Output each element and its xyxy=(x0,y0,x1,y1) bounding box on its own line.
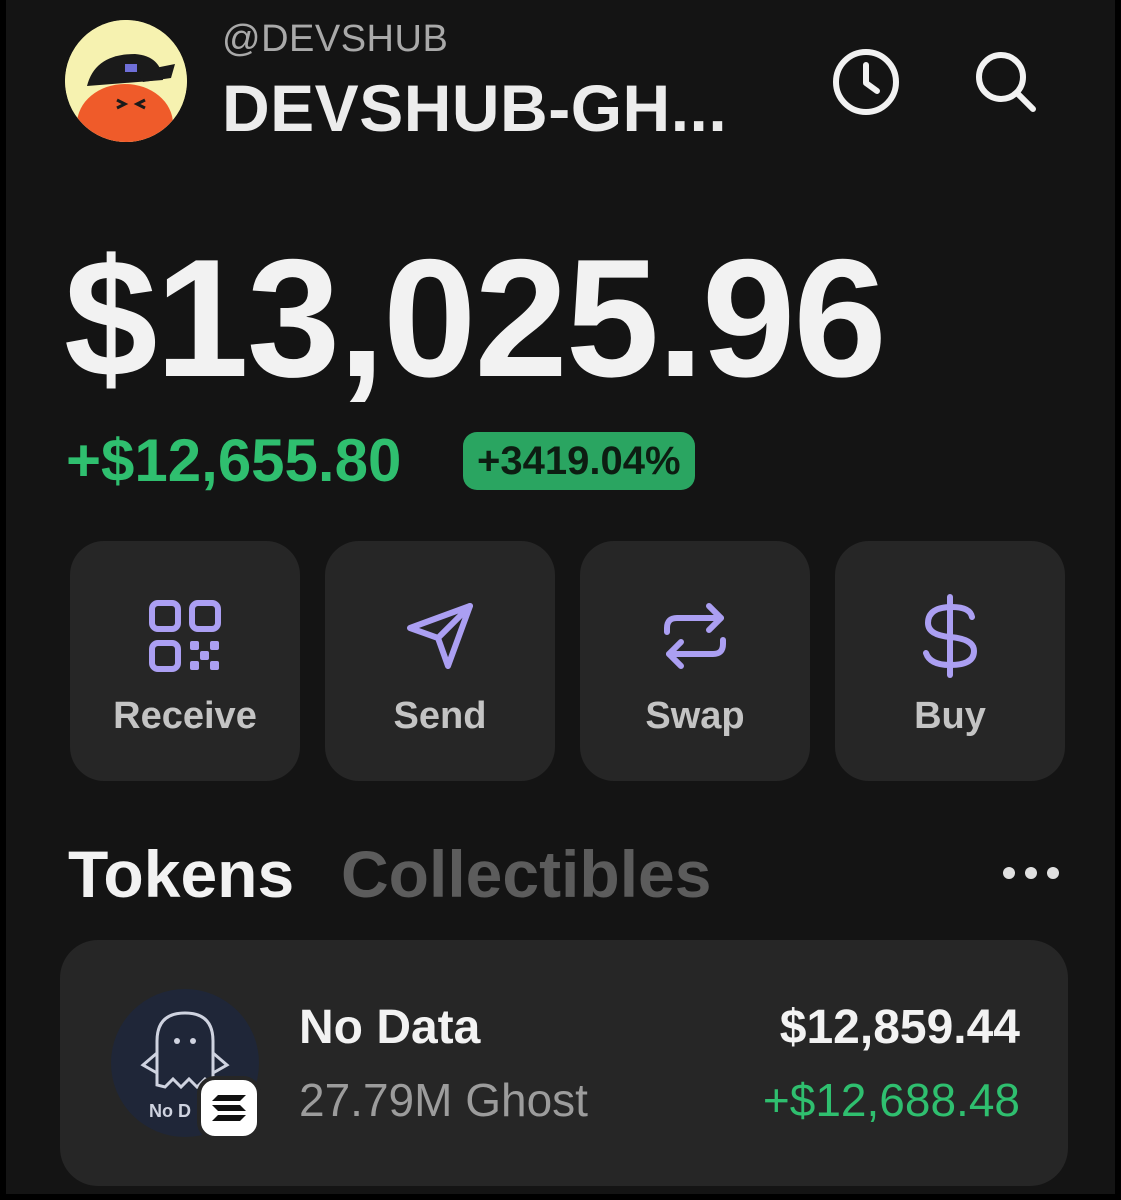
token-row[interactable]: No D No Data 27.79M Ghost $12,859.44 +$1… xyxy=(60,940,1068,1186)
token-change: +$12,688.48 xyxy=(762,1074,1020,1126)
avatar[interactable] xyxy=(65,20,187,142)
buy-button[interactable]: Buy xyxy=(835,541,1065,781)
total-balance: $13,025.96 xyxy=(64,224,887,412)
balance-change: +$12,655.80 xyxy=(66,427,402,494)
token-name: No Data xyxy=(299,1001,481,1054)
history-icon[interactable] xyxy=(828,44,904,120)
buy-label: Buy xyxy=(914,695,986,737)
account-name[interactable]: DEVSHUB-GH... xyxy=(222,70,727,146)
solana-icon xyxy=(197,1076,261,1140)
account-handle: @DEVSHUB xyxy=(222,18,449,60)
token-amount: 27.79M Ghost xyxy=(299,1074,588,1126)
wallet-screen: @DEVSHUB DEVSHUB-GH... $13,025.96 +$12,6… xyxy=(6,0,1115,1194)
tab-tokens[interactable]: Tokens xyxy=(68,836,294,912)
more-options-icon[interactable] xyxy=(996,858,1066,888)
receive-label: Receive xyxy=(113,695,257,737)
swap-button[interactable]: Swap xyxy=(580,541,810,781)
token-logo-text: No D xyxy=(149,1101,191,1121)
swap-label: Swap xyxy=(645,695,745,737)
receive-button[interactable]: Receive xyxy=(70,541,300,781)
swap-icon xyxy=(652,593,738,679)
send-button[interactable]: Send xyxy=(325,541,555,781)
change-percent-badge: +3419.04% xyxy=(463,432,695,490)
tab-collectibles[interactable]: Collectibles xyxy=(341,836,711,912)
dollar-icon xyxy=(907,593,993,679)
token-value: $12,859.44 xyxy=(779,1001,1020,1054)
send-icon xyxy=(397,593,483,679)
send-label: Send xyxy=(393,695,487,737)
avatar-image xyxy=(65,20,187,142)
qr-code-icon xyxy=(142,593,228,679)
search-icon[interactable] xyxy=(968,44,1044,120)
